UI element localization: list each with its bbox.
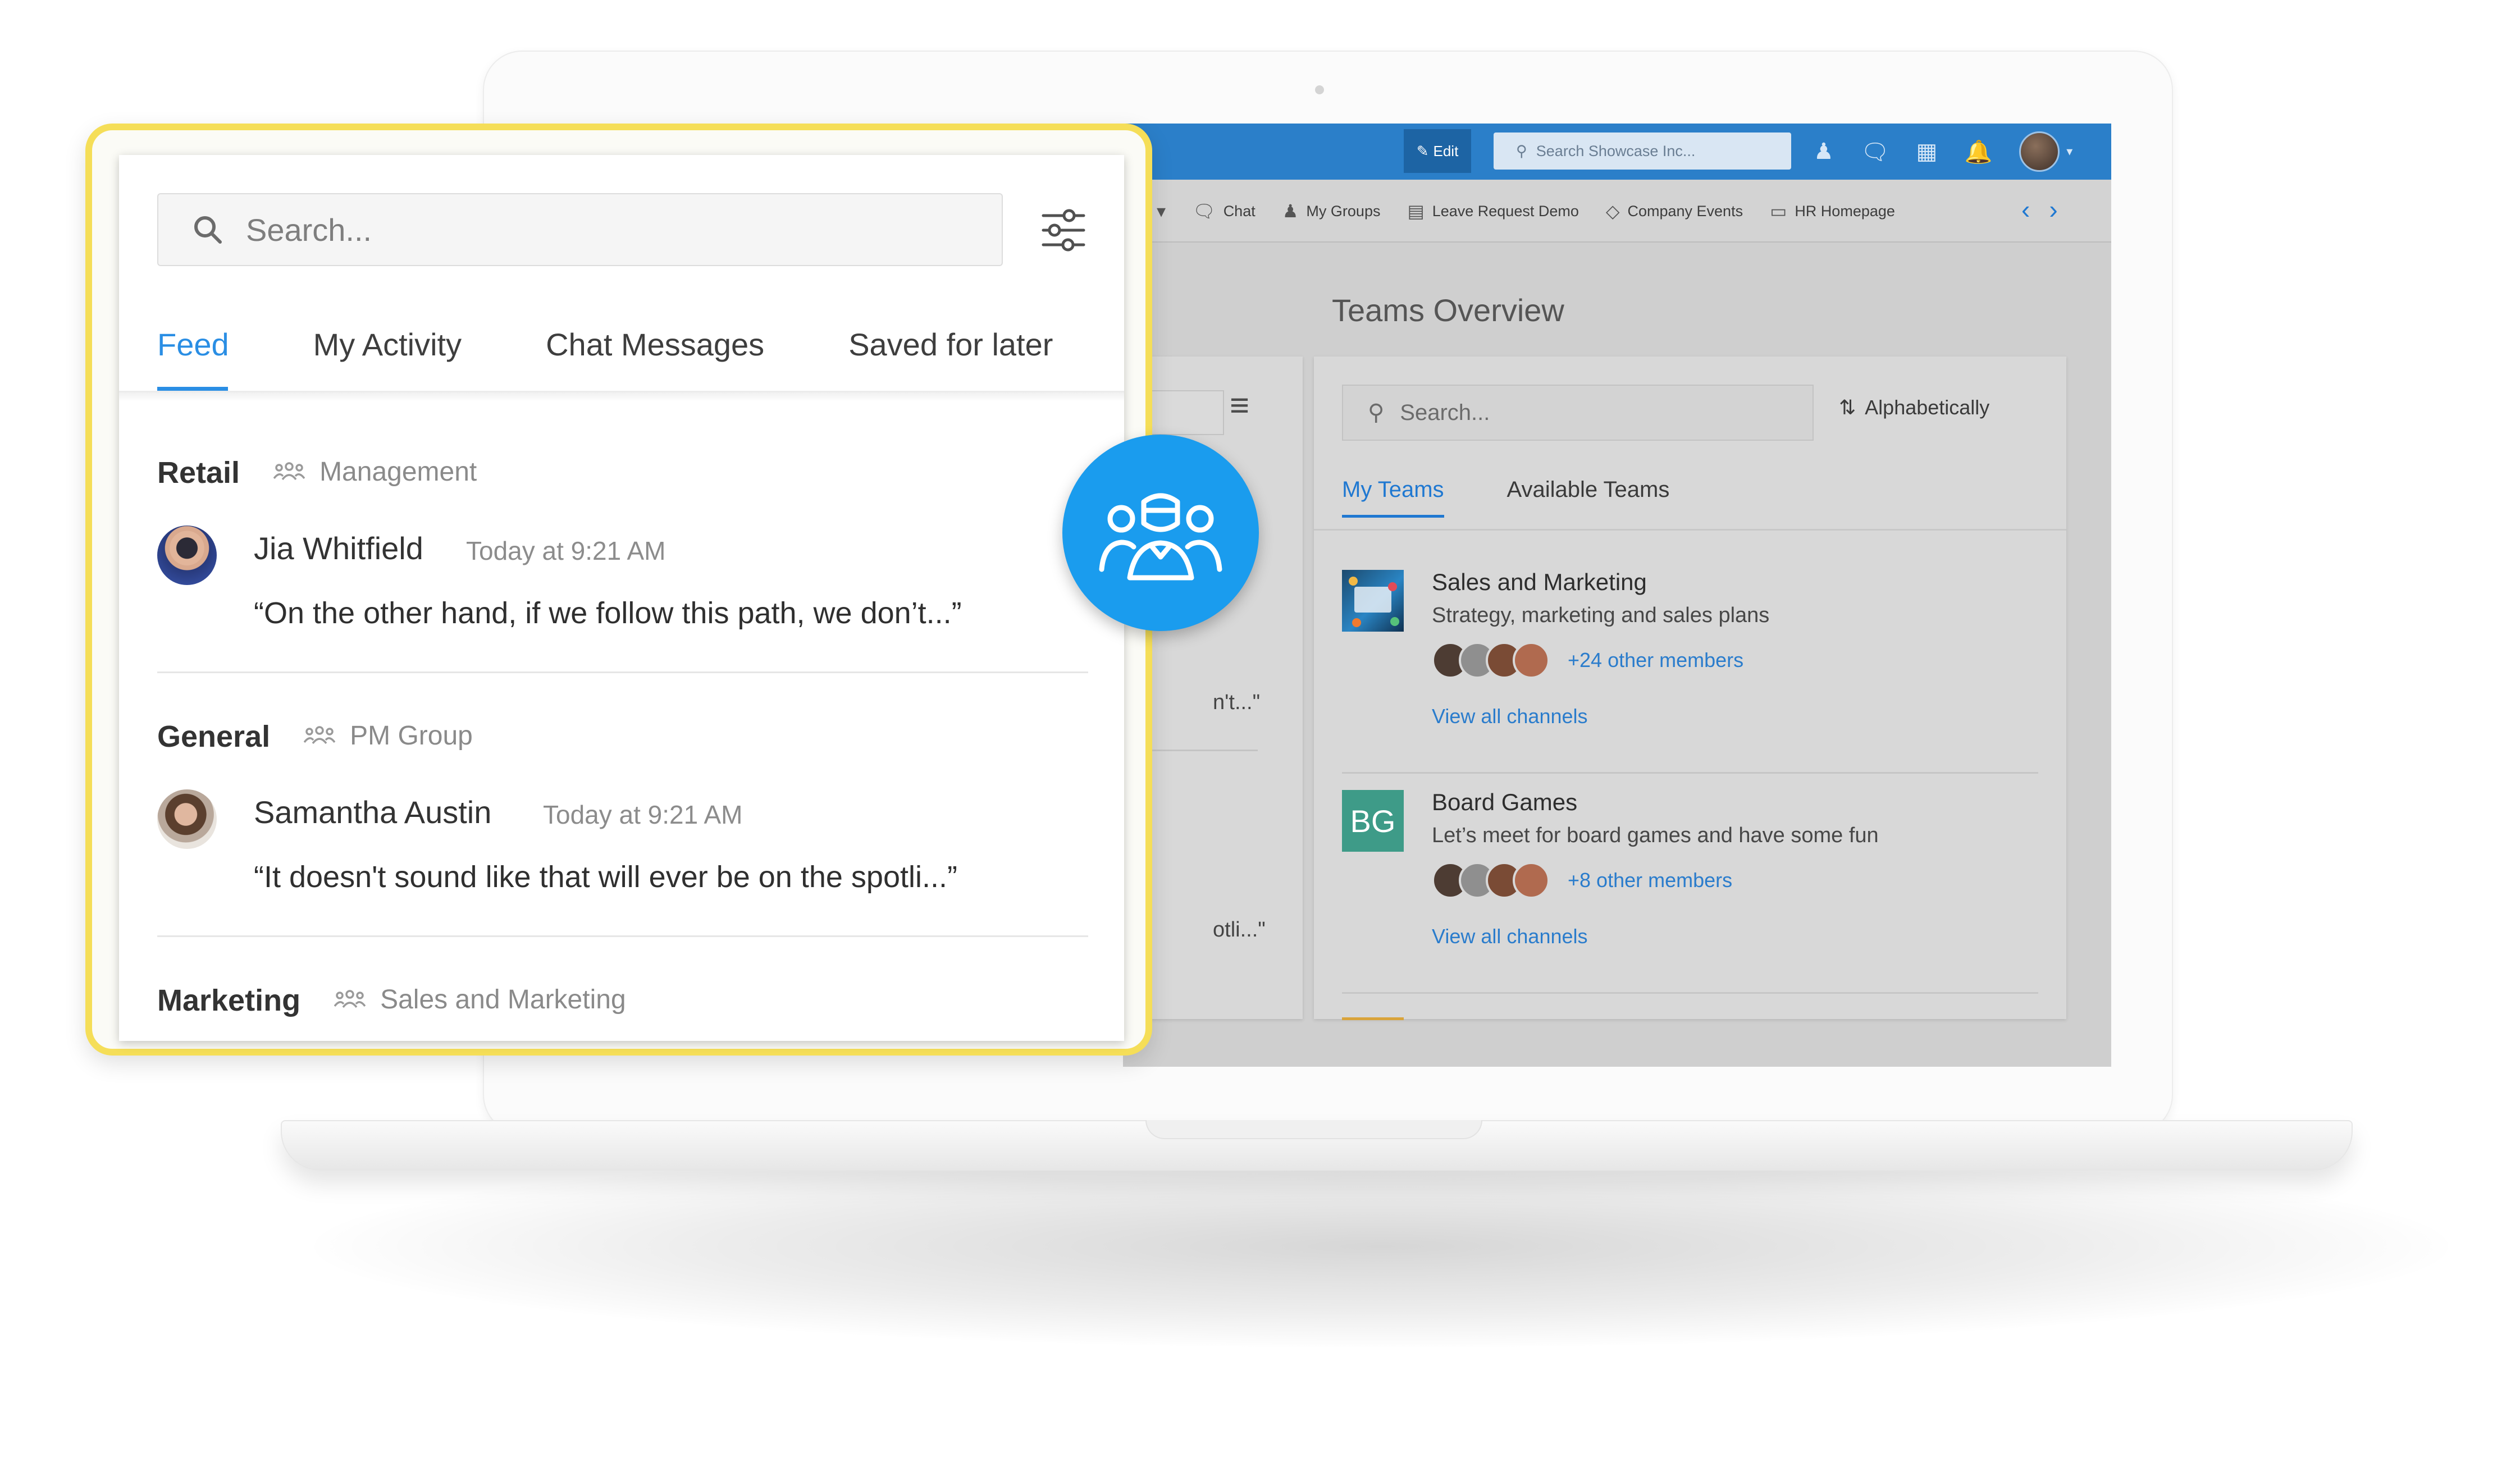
chat-bubble-icon[interactable]: 🗨 [1861, 139, 1889, 165]
member-avatar [1513, 642, 1550, 679]
message-fragment: otli..." [1213, 918, 1266, 942]
tab-my-activity[interactable]: My Activity [313, 326, 462, 363]
chevron-down-icon[interactable]: ▾ [2066, 144, 2072, 159]
laptop-hinge-notch [1145, 1120, 1482, 1139]
team-members[interactable]: +24 other members [1432, 642, 1743, 679]
message-fragment: n't..." [1213, 691, 1261, 714]
topbar-icons: ♟ 🗨 ▦ 🔔 ▾ [1814, 131, 2072, 172]
page-title: Teams Overview [1332, 293, 1564, 328]
channel-name[interactable]: General [157, 719, 270, 754]
global-search-input[interactable]: ⚲ Search Showcase Inc... [1494, 133, 1791, 170]
app-navbar: ▾ 🗨 Chat ♟ My Groups ▤ Leave Request Dem… [1123, 180, 2111, 243]
tab-my-teams[interactable]: My Teams [1342, 477, 1444, 518]
message-preview[interactable]: “It doesn't sound like that will ever be… [254, 860, 957, 894]
team-label[interactable]: Management [273, 456, 477, 487]
edit-button[interactable]: ✎ Edit [1404, 129, 1471, 173]
laptop-screen: ✎ Edit ⚲ Search Showcase Inc... ♟ 🗨 ▦ 🔔 … [1123, 124, 2111, 1067]
tab-feed[interactable]: Feed [157, 326, 229, 363]
divider [1342, 772, 2038, 774]
avatar[interactable] [157, 526, 217, 585]
nav-item-my-groups[interactable]: ♟ My Groups [1282, 200, 1381, 222]
message-author[interactable]: Samantha Austin [254, 794, 491, 830]
avatar[interactable] [157, 789, 217, 849]
nav-item-company-events[interactable]: ◇ Company Events [1606, 200, 1743, 222]
team-initials-icon: BG [1342, 790, 1404, 852]
team-members[interactable]: +8 other members [1432, 862, 1732, 899]
filter-sliders-icon[interactable] [1041, 209, 1086, 252]
team-label[interactable]: Sales and Marketing [334, 984, 626, 1015]
active-tab-indicator [157, 387, 228, 391]
tab-chat-messages[interactable]: Chat Messages [546, 326, 764, 363]
sort-dropdown[interactable]: ⇅ Alphabetically [1839, 396, 1989, 419]
tag-icon: ◇ [1605, 201, 1620, 221]
teams-badge [1062, 435, 1259, 631]
member-avatar [1513, 862, 1550, 899]
divider [157, 935, 1088, 937]
feed-group-header: Retail Management [157, 455, 477, 490]
teams-search-input[interactable]: ⚲ Search... [1342, 385, 1814, 441]
view-channels-link[interactable]: View all channels [1432, 705, 1588, 728]
tab-available-teams[interactable]: Available Teams [1507, 477, 1670, 518]
sort-arrows-icon: ⇅ [1839, 396, 1856, 419]
activity-tabs: Feed My Activity Chat Messages Saved for… [157, 326, 1053, 363]
message-author[interactable]: Jia Whitfield [254, 530, 423, 567]
nav-item-chat[interactable]: 🗨 Chat [1193, 200, 1256, 222]
webcam [1315, 85, 1324, 94]
team-icon [304, 726, 336, 744]
activity-search-input[interactable]: Search... [157, 193, 1003, 266]
team-description: Strategy, marketing and sales plans [1432, 604, 1770, 627]
tab-saved-for-later[interactable]: Saved for later [848, 326, 1053, 363]
people-icon[interactable]: ♟ [1814, 139, 1834, 165]
team-color-accent [1342, 1017, 1404, 1020]
edit-icon: ✎ [1416, 142, 1429, 159]
team-icon [273, 462, 305, 481]
filter-sliders-icon[interactable]: ≡ [1230, 386, 1249, 424]
view-channels-link[interactable]: View all channels [1432, 925, 1588, 948]
message-preview[interactable]: “On the other hand, if we follow this pa… [254, 596, 962, 631]
search-icon: ⚲ [1368, 400, 1385, 425]
team-people-icon [1099, 493, 1222, 581]
chevron-left-icon[interactable]: ‹ [2021, 194, 2030, 225]
feed-group-header: General PM Group [157, 719, 473, 754]
chevron-down-icon[interactable]: ▾ [1157, 200, 1166, 222]
form-icon: ▤ [1407, 201, 1425, 221]
bell-icon[interactable]: 🔔 [1964, 139, 1992, 165]
channel-name[interactable]: Retail [157, 455, 240, 490]
divider [157, 671, 1088, 673]
laptop-shadow [314, 1145, 2448, 1347]
search-icon [194, 216, 222, 244]
team-label[interactable]: PM Group [304, 720, 473, 751]
tabs-shadow [119, 392, 1124, 401]
members-link[interactable]: +8 other members [1568, 869, 1732, 892]
channel-name[interactable]: Marketing [157, 983, 300, 1018]
team-name[interactable]: Board Games [1432, 789, 1577, 816]
search-icon: ⚲ [1516, 142, 1527, 159]
activity-panel: Search... Feed My Activity Chat Messages… [119, 155, 1124, 1041]
app-topbar: ✎ Edit ⚲ Search Showcase Inc... ♟ 🗨 ▦ 🔔 … [1123, 124, 2111, 180]
nav-item-leave-request[interactable]: ▤ Leave Request Demo [1407, 200, 1578, 222]
divider [1342, 992, 2038, 994]
team-name[interactable]: Sales and Marketing [1432, 569, 1647, 596]
groups-icon: ♟ [1282, 201, 1299, 221]
apps-grid-icon[interactable]: ▦ [1916, 139, 1938, 165]
tabs-divider [1314, 529, 2066, 531]
nav-item-hr-homepage[interactable]: ▭ HR Homepage [1770, 200, 1895, 222]
feed-group-header: Marketing Sales and Marketing [157, 983, 626, 1018]
teams-card: ⚲ Search... ⇅ Alphabetically My Teams Av… [1314, 357, 2066, 1020]
members-link[interactable]: +24 other members [1568, 648, 1743, 672]
message-timestamp: Today at 9:21 AM [543, 800, 743, 829]
team-description: Let’s meet for board games and have some… [1432, 824, 1879, 847]
message-timestamp: Today at 9:21 AM [466, 536, 666, 565]
team-image [1342, 570, 1404, 632]
page-icon: ▭ [1770, 201, 1787, 221]
team-icon [334, 990, 366, 1008]
user-avatar[interactable] [2019, 131, 2060, 172]
chevron-right-icon[interactable]: › [2049, 194, 2057, 225]
chat-icon: 🗨 [1193, 201, 1216, 221]
